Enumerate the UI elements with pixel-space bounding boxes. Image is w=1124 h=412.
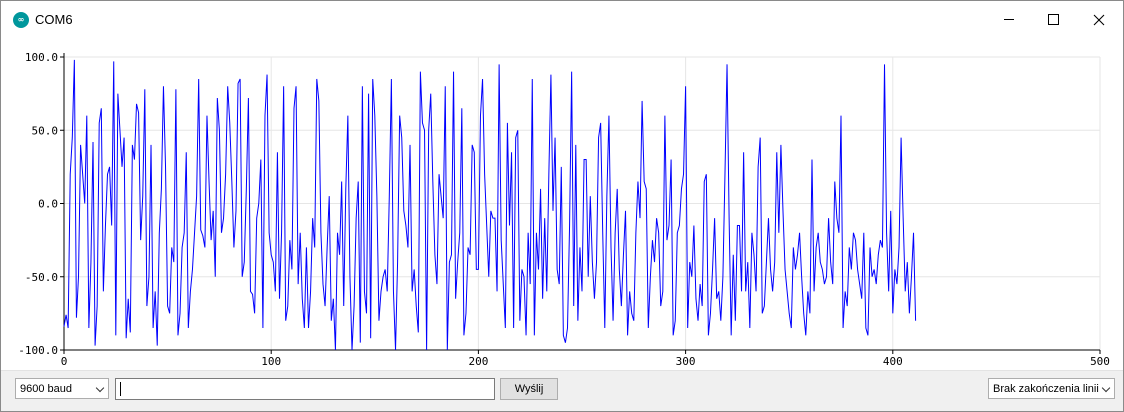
- y-tick-label: 50.0: [32, 124, 59, 137]
- baud-rate-select[interactable]: 9600 baud: [15, 378, 109, 399]
- send-button[interactable]: Wyślij: [500, 378, 558, 400]
- serial-plot-chart: 0 100 200 300 400 500 100.0 50.0 0.0 -50.0 -100.0: [18, 51, 1110, 368]
- y-tick-label: 100.0: [25, 51, 58, 64]
- x-tick-label: 500: [1090, 355, 1110, 368]
- line-ending-value: Brak zakończenia linii: [993, 383, 1099, 395]
- arduino-icon: ∞: [13, 12, 29, 28]
- chevron-down-icon: [1101, 383, 1111, 393]
- y-tick-label: -100.0: [18, 344, 58, 357]
- window-title: COM6: [35, 12, 73, 27]
- serial-plotter-window: ∞ COM6 0 100 200 300 400 500 100.0 50.0 0.0 -50.0…: [0, 0, 1124, 412]
- plot-area: 0 100 200 300 400 500 100.0 50.0 0.0 -50.0 -100.0: [1, 39, 1123, 369]
- maximize-icon: [1048, 14, 1059, 25]
- x-tick-label: 100: [261, 355, 281, 368]
- text-caret: [120, 382, 121, 396]
- baud-rate-value: 9600 baud: [20, 383, 72, 395]
- x-tick-label: 0: [61, 355, 68, 368]
- minimize-button[interactable]: [986, 1, 1031, 38]
- bottom-toolbar: 9600 baud Wyślij Brak zakończenia linii: [1, 370, 1123, 411]
- chevron-down-icon: [95, 383, 105, 393]
- minimize-icon: [1003, 19, 1014, 20]
- maximize-button[interactable]: [1031, 1, 1076, 38]
- x-tick-label: 400: [883, 355, 903, 368]
- close-button[interactable]: [1076, 1, 1121, 38]
- serial-input-field[interactable]: [115, 378, 495, 400]
- line-ending-select[interactable]: Brak zakończenia linii: [988, 378, 1115, 399]
- title-bar[interactable]: ∞ COM6: [1, 1, 1123, 39]
- x-tick-label: 300: [676, 355, 696, 368]
- x-tick-label: 200: [468, 355, 488, 368]
- y-tick-label: -50.0: [25, 271, 58, 284]
- series-line: [63, 59, 917, 351]
- close-icon: [1093, 14, 1104, 25]
- y-tick-label: 0.0: [38, 198, 58, 211]
